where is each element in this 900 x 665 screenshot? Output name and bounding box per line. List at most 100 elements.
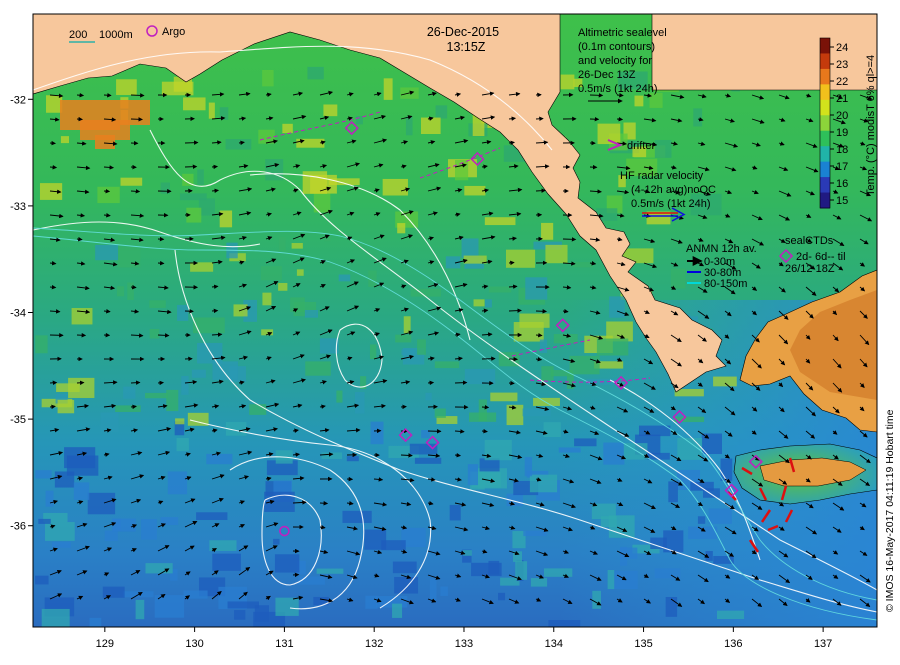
colorbar-swatch	[820, 115, 830, 131]
sst-patch	[533, 398, 560, 406]
sst-patch	[197, 343, 222, 364]
sst-patch	[168, 471, 187, 494]
sst-patch	[261, 266, 282, 280]
sst-patch	[383, 179, 408, 196]
sst-patch	[336, 390, 342, 402]
sst-patch	[411, 289, 441, 297]
sst-patch	[95, 245, 118, 260]
date-title: 26-Dec-2015	[427, 25, 499, 39]
sst-patch	[559, 447, 581, 452]
sst-patch	[693, 108, 702, 126]
sst-patch	[544, 422, 561, 437]
sst-patch	[317, 569, 344, 574]
x-tick-label: 136	[724, 638, 742, 650]
velocity-arrow	[131, 382, 140, 383]
sst-patch	[688, 527, 717, 540]
credit-text: © IMOS 16-May-2017 04:11:19 Hobart time	[884, 409, 896, 612]
colorbar-swatch	[820, 69, 830, 85]
sst-patch	[275, 554, 299, 572]
sst-patch	[149, 300, 165, 308]
sst-patch	[709, 509, 732, 524]
sst-patch	[488, 561, 499, 575]
sst-patch	[515, 561, 527, 580]
sealctd-title: sealCTDs	[785, 235, 834, 247]
sst-patch	[307, 67, 323, 80]
sst-patch	[717, 611, 744, 619]
sst-patch	[523, 409, 551, 417]
sst-patch	[64, 447, 95, 468]
argo-label: Argo	[162, 26, 185, 38]
hf-line-2: (4-12h avg)noQC	[631, 184, 716, 196]
sst-patch	[273, 539, 279, 545]
velocity-arrow	[104, 311, 110, 312]
sst-warm-patch	[95, 135, 115, 149]
sst-patch	[490, 393, 517, 402]
sst-patch	[150, 329, 160, 339]
velocity-arrow	[455, 431, 464, 432]
y-axis: -32-33-34-35-36	[10, 94, 33, 532]
velocity-arrow	[50, 287, 56, 288]
sst-patch	[322, 453, 342, 459]
colorbar-swatch	[820, 193, 830, 209]
colorbar-swatch	[820, 84, 830, 100]
sst-patch	[197, 169, 204, 184]
velocity-arrow	[455, 455, 460, 456]
sst-patch	[90, 618, 102, 634]
sst-patch	[541, 223, 553, 240]
drifter-label: drifter	[627, 140, 655, 152]
map-area	[33, 14, 880, 634]
anmn-title: ANMN 12h av.	[686, 243, 757, 255]
sst-patch	[226, 139, 252, 150]
altimetry-line-3: and velocity for	[578, 55, 652, 67]
sst-patch	[370, 344, 376, 359]
sst-patch	[485, 440, 512, 460]
velocity-arrow	[131, 95, 144, 96]
colorbar-tick-label: 15	[836, 195, 848, 207]
altimetry-line-5: 0.5m/s (1kt 24h)	[578, 83, 657, 95]
sst-patch	[421, 118, 441, 134]
sst-patch	[485, 299, 492, 307]
sst-patch	[262, 293, 271, 306]
sst-patch	[209, 540, 236, 551]
x-tick-label: 130	[185, 638, 203, 650]
sst-patch	[112, 519, 136, 532]
sst-patch	[255, 605, 269, 621]
sst-patch	[355, 392, 365, 414]
sst-patch	[544, 568, 572, 576]
sst-patch	[56, 383, 80, 392]
sst-patch	[193, 317, 225, 333]
altimetry-line-4: 26-Dec 13Z	[578, 69, 636, 81]
sst-patch	[480, 458, 500, 471]
sst-patch	[45, 522, 75, 541]
sst-patch	[530, 475, 557, 493]
sst-patch	[46, 95, 62, 112]
velocity-arrow	[131, 287, 136, 288]
sst-patch	[666, 597, 677, 617]
velocity-arrow	[50, 167, 56, 168]
sst-patch	[463, 550, 472, 556]
velocity-arrow	[482, 431, 487, 432]
sst-patch	[393, 562, 417, 574]
sst-patch	[592, 591, 601, 609]
colorbar-tick-label: 24	[836, 42, 848, 54]
sst-patch	[498, 593, 505, 600]
sst-patch	[573, 262, 593, 267]
sst-patch	[181, 376, 188, 395]
velocity-arrow	[509, 286, 517, 287]
velocity-arrow	[455, 382, 467, 383]
sst-patch	[297, 269, 304, 275]
sst-patch	[292, 243, 303, 249]
velocity-arrow	[617, 95, 623, 96]
colorbar-tick-label: 20	[836, 110, 848, 122]
sst-patch	[671, 268, 686, 288]
sst-patch	[220, 211, 232, 228]
sst-patch	[519, 314, 549, 328]
sst-patch	[72, 308, 93, 324]
sst-patch	[265, 159, 283, 180]
sst-patch	[713, 556, 734, 564]
sst-patch	[574, 438, 596, 446]
y-tick-label: -35	[10, 414, 26, 426]
colorbar-label: Temp. (°C) modisT 6% ql>=4	[865, 55, 877, 196]
sst-patch	[116, 79, 137, 95]
sst-patch	[531, 578, 547, 587]
